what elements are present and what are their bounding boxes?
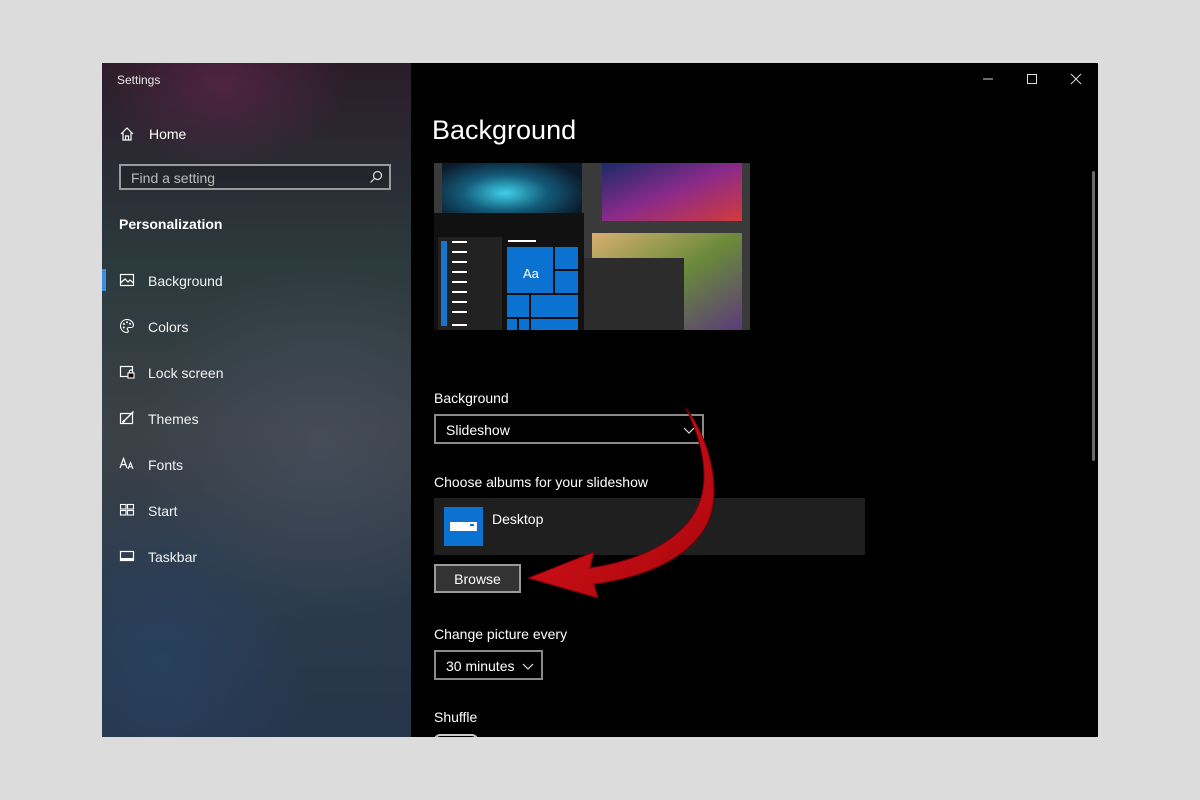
themes-icon [119,411,134,425]
browse-button[interactable]: Browse [434,564,521,593]
background-type-dropdown[interactable]: Slideshow [434,414,704,444]
change-interval-dropdown[interactable]: 30 minutes [434,650,543,680]
sidebar-item-label: Fonts [148,457,184,473]
shuffle-label: Shuffle [434,709,478,725]
sidebar-item-label: Taskbar [148,549,198,565]
nav-home-label: Home [149,126,187,142]
album-name: Desktop [492,511,544,527]
fonts-icon [119,456,134,470]
section-title: Personalization [119,216,223,232]
sidebar-item-label: Lock screen [148,365,224,381]
search-box[interactable] [119,164,391,190]
lock-screen-icon [119,365,135,379]
background-label: Background [434,390,509,406]
image-icon [119,273,135,287]
sidebar-item-label: Colors [148,319,189,335]
taskbar-icon [119,550,135,562]
change-interval-value: 30 minutes [446,658,515,674]
sidebar-item-label: Themes [148,411,199,427]
sidebar-item-taskbar[interactable]: Taskbar [102,539,411,585]
sidebar-item-label: Background [148,273,223,289]
background-type-value: Slideshow [446,422,510,438]
search-input[interactable] [121,166,373,190]
window-title: Settings [117,73,161,87]
sidebar: Settings Home Personalization Background [102,63,411,737]
sidebar-item-themes[interactable]: Themes [102,401,411,447]
albums-label: Choose albums for your slideshow [434,474,648,490]
preview-tile-text: Aa [523,266,539,281]
sidebar-item-fonts[interactable]: Fonts [102,447,411,493]
search-icon[interactable] [369,170,383,184]
sidebar-item-label: Start [148,503,178,519]
nav-home[interactable]: Home [102,119,411,149]
chevron-down-icon [683,427,695,434]
folder-icon [450,522,477,531]
chevron-down-icon [522,663,534,670]
folder-thumbnail [444,507,483,546]
sidebar-item-start[interactable]: Start [102,493,411,539]
start-icon [119,503,135,516]
page-title: Background [432,115,577,145]
nav-list: Background Colors Lock screen Themes Fon… [102,263,411,585]
sidebar-item-colors[interactable]: Colors [102,309,411,355]
album-desktop[interactable]: Desktop [434,498,865,555]
scrollbar[interactable] [1092,171,1095,461]
sidebar-item-background[interactable]: Background [102,263,411,309]
background-preview: Aa [434,163,750,330]
main-content: Background Aa Background Slideshow Choos… [411,63,1098,737]
shuffle-toggle[interactable] [434,734,478,737]
settings-window: Settings Home Personalization Background [102,63,1098,737]
palette-icon [119,318,135,334]
preview-image [434,163,750,330]
home-icon [120,127,134,141]
change-picture-label: Change picture every [434,626,568,642]
sidebar-item-lock-screen[interactable]: Lock screen [102,355,411,401]
